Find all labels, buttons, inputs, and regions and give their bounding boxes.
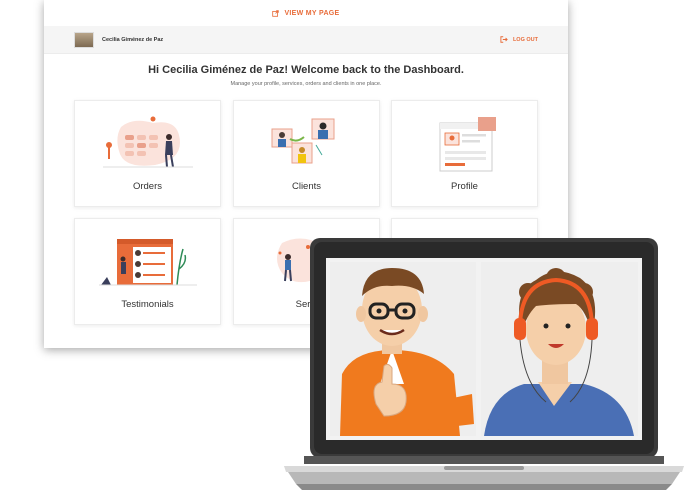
external-link-icon [272,9,280,17]
logout-label: LOG OUT [512,36,538,43]
clients-illustration [271,118,334,164]
clients-label: Clients [291,181,322,192]
orders-illustration [102,116,193,168]
orders-label: Orders [132,181,163,192]
orders-card[interactable]: Orders [74,100,221,207]
top-header: Cecilia Giménez de Paz LOG OUT [44,26,568,54]
welcome-title: Hi Cecilia Giménez de Paz! Welcome back … [148,64,464,76]
testimonials-card[interactable]: Testimonials [74,218,221,325]
logout-button[interactable]: LOG OUT [500,36,538,43]
view-my-page-link[interactable]: VIEW MY PAGE [44,0,568,26]
testimonials-illustration [98,239,197,286]
logout-icon [500,36,508,43]
view-my-page-label: VIEW MY PAGE [284,9,340,17]
clients-card[interactable]: Clients [233,100,380,207]
profile-card[interactable]: Profile [391,100,538,207]
avatar [74,31,94,48]
profile-label: Profile [451,181,478,192]
welcome-subtitle: Manage your profile, services, orders an… [230,81,382,87]
user-name: Cecilia Giménez de Paz [102,36,164,43]
laptop-video-call [284,238,684,490]
testimonials-label: Testimonials [121,299,174,310]
profile-illustration [439,117,496,172]
